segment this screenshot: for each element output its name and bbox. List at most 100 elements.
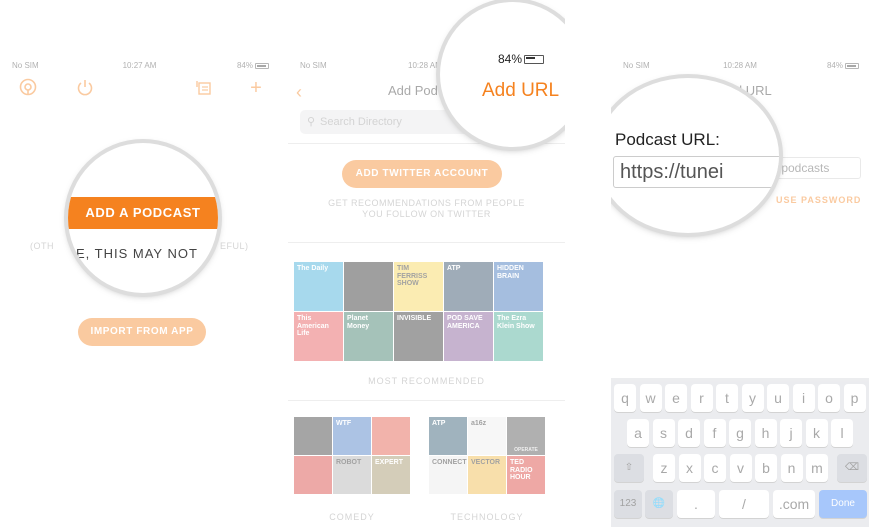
status-bar: No SIM 10:27 AM 84% [0,61,279,73]
import-from-app-button[interactable]: IMPORT FROM APP [78,318,206,346]
key-b[interactable]: b [755,454,777,482]
key-s[interactable]: s [652,419,675,447]
key-w[interactable]: w [639,384,662,412]
globe-icon[interactable]: 🌐 [645,490,673,518]
battery-icon [524,55,545,65]
status-bar: No SIM 10:28 AM 84% [611,61,869,73]
comedy-label: COMEDY [329,512,375,522]
note-text-left: (OTH [30,241,54,251]
keyboard: q w e r t y u i o p a s d f g h j k l ⇧ z x c v b n m ⌫ 123 🌐. / .com Do… [611,378,869,527]
podcast-home-screen: No SIM 10:27 AM 84% + (OTH EFUL) ADD A P… [0,0,279,527]
most-recommended-grid: The Daily TIM FERRISS SHOW ATP HIDDEN BRAIN… [294,262,543,361]
power-icon[interactable] [75,78,95,98]
key-t[interactable]: t [716,384,738,412]
key-h[interactable]: h [754,419,777,447]
clock-label: 10:28 AM [408,61,442,70]
key-a[interactable]: a [627,419,649,447]
key-k[interactable]: k [805,419,828,447]
technology-grid: ATPa16z OPERATE CONNECTEDVECTORTED RADIO H… [429,417,545,494]
podcast-artwork-tile[interactable]: EXPERT [372,456,410,494]
add-twitter-account-button[interactable]: ADD TWITTER ACCOUNT [342,160,502,188]
add-url-screen: No SIM 10:28 AM 84% Add URL m/podcasts U… [611,0,869,527]
add-podcast-button[interactable]: ADD A PODCAST [68,197,218,229]
podcast-artwork-tile[interactable]: WTF [333,417,371,455]
key-c[interactable]: c [704,454,726,482]
numbers-key[interactable]: 123 [614,490,642,518]
slash-key[interactable]: / [719,490,769,518]
key-n[interactable]: n [780,454,803,482]
podcast-artwork-tile[interactable]: a16z [468,417,506,455]
podcast-url-value: https://tunei [620,161,724,183]
key-u[interactable]: u [767,384,789,412]
carrier-label: No SIM [300,61,327,70]
podcast-artwork-tile[interactable] [372,417,410,455]
battery-icon [845,62,859,69]
key-q[interactable]: q [614,384,636,412]
podcast-artwork-tile[interactable]: TED RADIO HOUR [507,456,545,494]
podcast-artwork-tile[interactable]: This American Life [294,312,343,361]
key-o[interactable]: o [818,384,840,412]
dotcom-key[interactable]: .com [773,490,815,518]
delete-key[interactable]: ⌫ [837,454,867,482]
podcast-artwork-tile[interactable]: ATP [444,262,493,311]
operate-caption: OPERATE [514,446,538,453]
recommend-text-line2: YOU FOLLOW ON TWITTER [362,209,491,219]
key-e[interactable]: e [665,384,687,412]
period-key[interactable]: . [677,490,715,518]
key-r[interactable]: r [690,384,713,412]
podcast-url-label: Podcast URL: [615,130,720,149]
podcast-artwork-tile[interactable]: INVISIBLE [394,312,443,361]
key-m[interactable]: m [806,454,828,482]
key-v[interactable]: v [729,454,752,482]
podcast-artwork-tile[interactable]: HIDDEN BRAIN [494,262,543,311]
comedy-grid: WTF ROBOT EXPERT [294,417,410,494]
back-chevron-icon[interactable]: ‹ [296,82,302,103]
search-icon: ⚲ [307,116,316,128]
podcast-artwork-tile[interactable]: The Ezra Klein Show [494,312,543,361]
search-placeholder: Search Directory [320,116,402,128]
key-f[interactable]: f [703,419,726,447]
podcast-artwork-tile[interactable]: POD SAVE AMERICA [444,312,493,361]
key-z[interactable]: z [653,454,675,482]
key-i[interactable]: i [792,384,815,412]
magnifier-lens: Podcast URL: https://tunei [611,78,779,233]
podcast-artwork-tile[interactable]: The Daily [294,262,343,311]
most-recommended-label: MOST RECOMMENDED [368,376,485,386]
podcast-artwork-tile[interactable]: ROBOT [333,456,371,494]
divider [288,242,565,243]
battery-indicator: 84% [498,52,545,66]
battery-indicator: 84% [237,61,269,70]
podcast-artwork-tile[interactable]: Planet Money [344,312,393,361]
done-key[interactable]: Done [819,490,867,518]
note-text-right: EFUL) [220,241,249,251]
podcast-artwork-tile[interactable] [294,456,332,494]
plus-icon[interactable]: + [246,78,266,98]
podcast-url-input[interactable]: https://tunei [613,156,779,188]
key-g[interactable]: g [729,419,751,447]
episode-list-icon[interactable] [194,78,214,98]
add-podcast-directory-screen: No SIM 10:28 AM ‹ Add Podc ⚲ Search Dire… [288,0,565,527]
podcast-artwork-tile[interactable] [294,417,332,455]
podcast-artwork-tile[interactable]: OPERATE [507,417,545,455]
use-password-link[interactable]: USE PASSWORD [776,195,861,205]
key-l[interactable]: l [831,419,853,447]
magnifier-lens: ADD A PODCAST E, THIS MAY NOT [68,143,218,293]
divider [288,400,565,401]
key-d[interactable]: d [678,419,700,447]
key-j[interactable]: j [780,419,802,447]
podcast-artwork-tile[interactable]: VECTOR [468,456,506,494]
key-x[interactable]: x [678,454,701,482]
key-y[interactable]: y [741,384,764,412]
note-text-magnified: E, THIS MAY NOT [76,246,198,261]
nav-title: Add Podc [388,83,445,98]
add-url-button[interactable]: Add URL [482,80,559,102]
key-p[interactable]: p [843,384,866,412]
technology-label: TECHNOLOGY [450,512,524,522]
podcast-icon[interactable] [18,78,38,98]
podcast-artwork-tile[interactable]: CONNECTED [429,456,467,494]
shift-key[interactable]: ⇧ [614,454,644,482]
podcast-artwork-tile[interactable]: TIM FERRISS SHOW [394,262,443,311]
podcast-artwork-tile[interactable]: ATP [429,417,467,455]
recommend-text-line1: GET RECOMMENDATIONS FROM PEOPLE [328,198,525,208]
podcast-artwork-tile[interactable] [344,262,393,311]
